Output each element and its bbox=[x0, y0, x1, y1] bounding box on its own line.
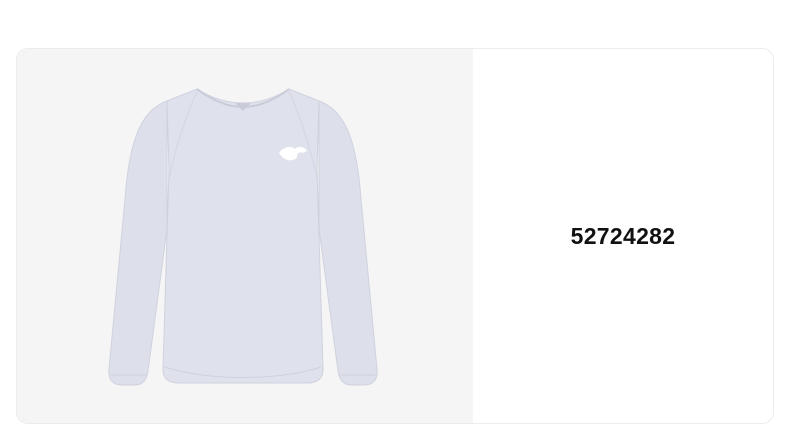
product-image[interactable] bbox=[17, 49, 473, 423]
long-sleeve-shirt-icon bbox=[108, 88, 378, 386]
product-card[interactable]: 52724282 bbox=[16, 48, 774, 424]
product-id: 52724282 bbox=[570, 222, 676, 249]
product-info-panel: 52724282 bbox=[473, 49, 773, 423]
